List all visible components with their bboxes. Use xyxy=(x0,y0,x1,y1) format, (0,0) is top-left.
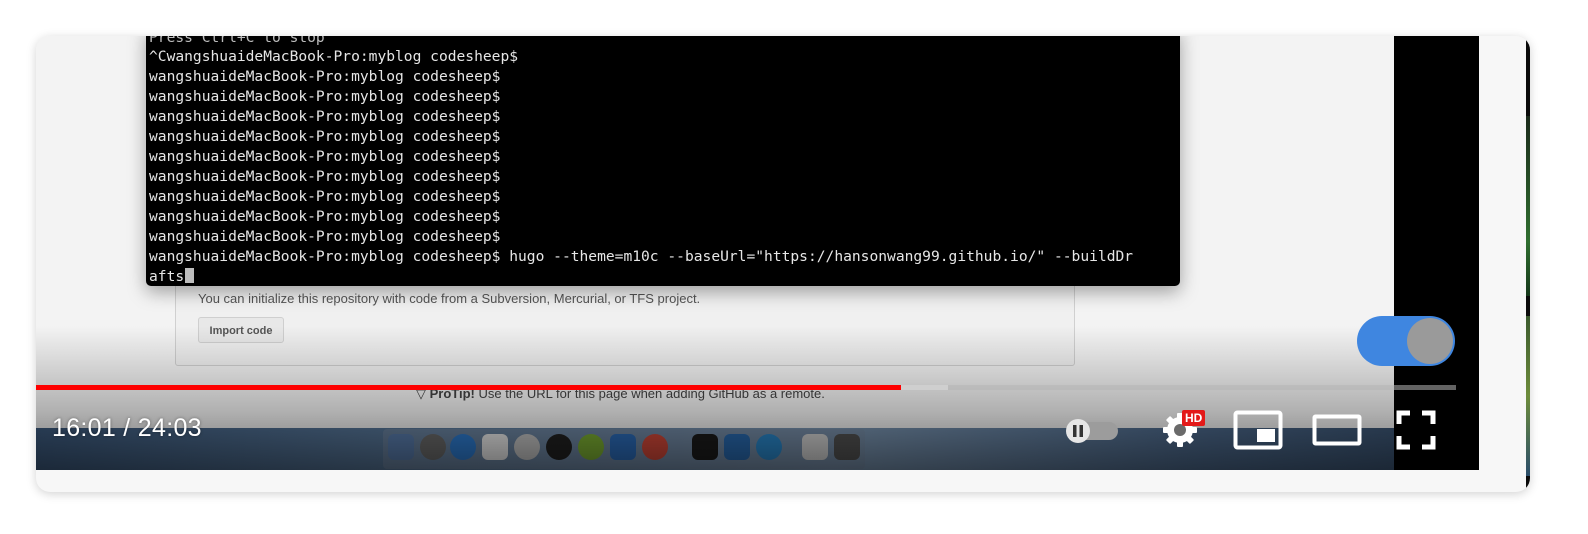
fullscreen-icon xyxy=(1396,410,1436,450)
thumbnail-partial[interactable] xyxy=(1526,316,1530,476)
terminal-command-line: wangshuaideMacBook-Pro:myblog codesheep$… xyxy=(149,248,1134,265)
import-code-button: Import code xyxy=(198,317,284,343)
terminal-wrap-text: afts xyxy=(149,268,185,285)
terminal-line: wangshuaideMacBook-Pro:myblog codesheep$ xyxy=(149,128,501,145)
launchpad-icon xyxy=(420,434,446,460)
pause-icon xyxy=(1066,419,1118,443)
time-display: 16:01 / 24:03 xyxy=(52,414,202,442)
terminal-window: Press Ctrl+C to stop ^CwangshuaideMacBoo… xyxy=(146,36,1180,286)
finder-icon xyxy=(388,434,414,460)
terminal-line: wangshuaideMacBook-Pro:myblog codesheep$ xyxy=(149,148,501,165)
calendar-icon xyxy=(482,434,508,460)
terminal-line: wangshuaideMacBook-Pro:myblog codesheep$ xyxy=(149,188,501,205)
theater-mode-button[interactable] xyxy=(1312,412,1362,453)
import-description: You can initialize this repository with … xyxy=(198,291,701,306)
terminal-line: wangshuaideMacBook-Pro:myblog codesheep$ xyxy=(149,208,501,225)
theater-mode-icon xyxy=(1312,414,1362,446)
progress-played[interactable] xyxy=(36,385,901,390)
terminal-icon xyxy=(692,434,718,460)
autoplay-knob[interactable] xyxy=(1407,318,1453,364)
terminal-line: wangshuaideMacBook-Pro:myblog codesheep$ xyxy=(149,228,501,245)
terminal-line: wangshuaideMacBook-Pro:myblog codesheep$ xyxy=(149,68,501,85)
terminal-line: ^CwangshuaideMacBook-Pro:myblog codeshee… xyxy=(149,48,519,65)
app-icon-m xyxy=(610,434,636,460)
fullscreen-button[interactable] xyxy=(1396,410,1436,455)
video-card: You can initialize this repository with … xyxy=(36,36,1530,492)
trash-icon xyxy=(834,434,860,460)
terminal-line: wangshuaideMacBook-Pro:myblog codesheep$ xyxy=(149,88,501,105)
pause-button[interactable] xyxy=(1064,419,1120,448)
terminal-cursor xyxy=(185,268,195,283)
hd-badge: HD xyxy=(1182,410,1206,426)
terminal-line-wrap: afts xyxy=(149,267,195,286)
sidebar-thumbnail-strip[interactable] xyxy=(1526,36,1530,492)
app-icon-green xyxy=(578,434,604,460)
vscode-icon xyxy=(724,434,750,460)
qq-icon xyxy=(546,434,572,460)
miniplayer-icon xyxy=(1233,410,1283,450)
thumbnail-partial[interactable] xyxy=(1526,116,1530,296)
chrome-icon xyxy=(642,434,668,460)
edge-icon xyxy=(756,434,782,460)
wechat-icon xyxy=(514,434,540,460)
document-icon xyxy=(802,434,828,460)
miniplayer-button[interactable] xyxy=(1233,410,1283,455)
safari-icon xyxy=(450,434,476,460)
terminal-line: wangshuaideMacBook-Pro:myblog codesheep$ xyxy=(149,108,501,125)
video-letterbox xyxy=(1394,36,1479,470)
video-frame[interactable]: You can initialize this repository with … xyxy=(36,36,1479,470)
terminal-line: wangshuaideMacBook-Pro:myblog codesheep$ xyxy=(149,168,501,185)
